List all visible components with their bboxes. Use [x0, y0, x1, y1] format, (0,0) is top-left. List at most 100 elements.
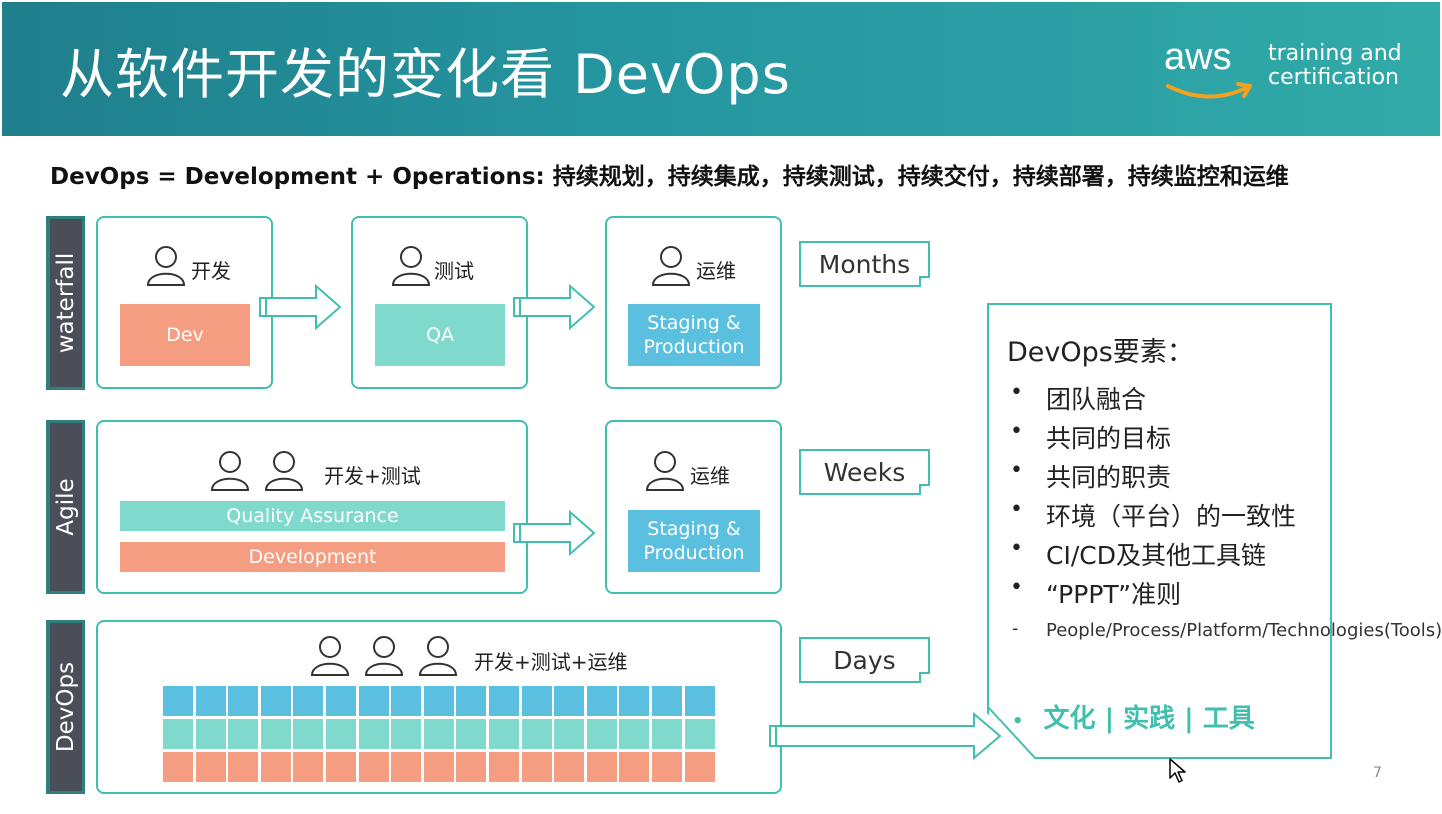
duration-tag-weeks: Weeks [799, 449, 930, 495]
row-label-devops: DevOps [46, 620, 85, 794]
list-item-text: 共同的职责 [1046, 463, 1172, 492]
grid-cell [260, 719, 291, 749]
sub-list-dash: - [1012, 618, 1019, 639]
grid-cell [521, 752, 552, 782]
role-label-dev-test: 开发+测试 [324, 464, 421, 488]
duration-tag-days: Days [799, 637, 930, 683]
person-icon [310, 636, 350, 676]
row-label-agile: Agile [46, 420, 85, 594]
grid-cell [489, 752, 519, 782]
arrow-right-icon [769, 712, 1002, 760]
grid-cell [619, 686, 650, 716]
bullet: • [1010, 497, 1023, 522]
elements-title: DevOps要素： [1007, 337, 1194, 368]
grid-cell [195, 719, 226, 749]
bullet: • [1010, 575, 1023, 600]
list-item-text: 共同的目标 [1046, 424, 1172, 453]
culture-text: 文化 | 实践 | 工具 [1043, 704, 1255, 734]
role-label-dev: 开发 [191, 259, 231, 283]
person-icon [651, 246, 691, 286]
grid-cell [358, 719, 389, 749]
bullet: • [1012, 711, 1024, 732]
arrow-right-icon [513, 510, 596, 556]
grid-cell [391, 686, 422, 716]
bullet: • [1010, 380, 1023, 405]
arrow-right-icon [513, 284, 596, 330]
grid-cell [423, 719, 454, 749]
person-icon [418, 636, 458, 676]
grid-cell [456, 719, 487, 749]
row-label-text: waterfall [53, 252, 79, 354]
grid-cell [684, 719, 715, 749]
list-item-text: 团队融合 [1046, 385, 1147, 414]
grid-cell [163, 719, 193, 749]
aws-logo: aws [1164, 36, 1256, 102]
role-label-dev-test-ops: 开发+测试+运维 [474, 650, 628, 674]
grid-cell [652, 719, 682, 749]
grid-cell [326, 686, 356, 716]
grid-cell [652, 686, 682, 716]
slide-title: 从软件开发的变化看 DevOps [60, 43, 791, 106]
dev-bar: Dev [120, 304, 250, 366]
staging-production-bar: Staging & Production [628, 510, 760, 572]
row-label-waterfall: waterfall [46, 216, 85, 390]
grid-cell [586, 719, 617, 749]
list-item-text: 环境（平台）的一致性 [1046, 502, 1297, 531]
grid-cell [554, 752, 585, 782]
grid-cell [326, 719, 356, 749]
qa-bar: QA [375, 304, 505, 366]
aws-logo-word: aws [1164, 36, 1232, 78]
pppt-description: People/Process/Platform/Technologies(Too… [1046, 620, 1442, 641]
grid-cell [228, 719, 259, 749]
grid-cell [554, 686, 585, 716]
person-icon [264, 451, 304, 491]
grid-cell [293, 686, 324, 716]
grid-cell [521, 719, 552, 749]
grid-cell [684, 686, 715, 716]
person-icon [645, 451, 685, 491]
role-label-ops: 运维 [690, 464, 730, 488]
aws-sub-line-1: training and [1268, 41, 1402, 66]
grid-cell [554, 719, 585, 749]
grid-cell [391, 752, 422, 782]
grid-cell [163, 686, 193, 716]
bullet: • [1010, 536, 1023, 561]
aws-smile-icon [1166, 82, 1252, 99]
grid-cell [586, 686, 617, 716]
grid-cell [228, 752, 259, 782]
grid-cell [260, 752, 291, 782]
grid-cell [652, 752, 682, 782]
aws-logo-subtitle: training and certification [1268, 42, 1402, 90]
mouse-cursor-icon [1169, 758, 1186, 783]
grid-cell [260, 686, 291, 716]
grid-cell [195, 752, 226, 782]
grid-cell [456, 686, 487, 716]
role-label-ops: 运维 [696, 259, 736, 283]
list-item-text: “PPPT”准则 [1046, 580, 1182, 609]
grid-cell [326, 752, 356, 782]
grid-cell [456, 752, 487, 782]
grid-cell [293, 752, 324, 782]
grid-cell [619, 719, 650, 749]
grid-cell [228, 686, 259, 716]
grid-cell [423, 686, 454, 716]
duration-tag-months: Months [799, 241, 930, 287]
grid-cell [684, 752, 715, 782]
row-label-text: Agile [53, 478, 79, 536]
grid-cell [163, 752, 193, 782]
culture-practice-tools: • 文化 | 实践 | 工具 [1012, 698, 1255, 735]
grid-cell [195, 686, 226, 716]
grid-cell [489, 686, 519, 716]
person-icon [364, 636, 404, 676]
arrow-right-icon [259, 284, 342, 330]
grid-cell [358, 752, 389, 782]
grid-cell [358, 686, 389, 716]
row-label-text: DevOps [53, 661, 79, 753]
bullet: • [1010, 458, 1023, 483]
grid-cell [423, 752, 454, 782]
person-icon [146, 246, 186, 286]
subtitle: DevOps = Development + Operations: 持续规划，… [50, 164, 1289, 190]
bullet: • [1010, 419, 1023, 444]
grid-cell [293, 719, 324, 749]
list-item-text: CI/CD及其他工具链 [1046, 541, 1266, 570]
